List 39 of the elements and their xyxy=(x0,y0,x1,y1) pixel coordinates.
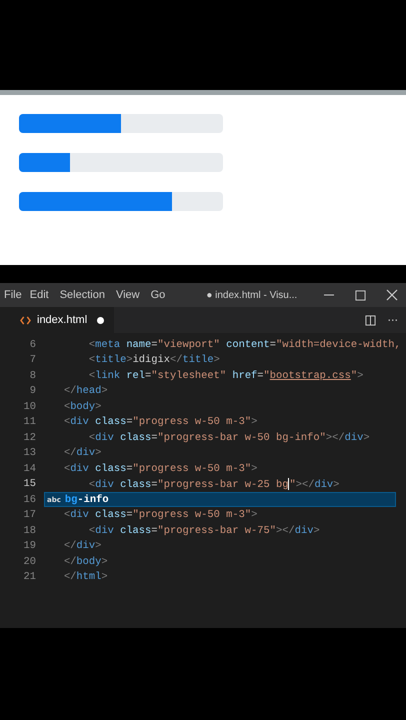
file-tab[interactable]: index.html xyxy=(0,307,114,333)
code-line: </body> xyxy=(62,556,108,568)
line-number: 9 xyxy=(28,385,36,398)
code-line: <div class="progress w-50 m-3"> xyxy=(62,416,258,428)
menu-item[interactable]: Edit xyxy=(30,289,49,301)
code-line: </html> xyxy=(62,571,108,584)
line-number: 10 xyxy=(22,400,36,413)
menu-item[interactable]: File xyxy=(4,289,22,301)
code-line: <link rel="stylesheet" href="bootstrap.css"> xyxy=(88,370,364,382)
code-line: <div class="progress w-50 m-3"> xyxy=(62,462,258,475)
line-number: 18 xyxy=(22,524,36,537)
window-title: ● index.html - Visu... xyxy=(206,290,298,300)
more-actions-button[interactable]: ··· xyxy=(388,314,398,326)
code-line: <body> xyxy=(62,400,102,413)
line-number: 8 xyxy=(28,370,36,382)
line-number: 20 xyxy=(22,556,36,568)
code-line: <title>idigix</title> xyxy=(88,354,220,366)
code-line: </head> xyxy=(62,385,108,398)
code-line: <div class="progress w-50 m-3"> xyxy=(62,509,258,522)
line-number: 11 xyxy=(22,416,36,428)
menu-item[interactable]: View xyxy=(116,289,140,301)
line-number: 19 xyxy=(22,540,36,552)
line-number: 12 xyxy=(22,432,36,444)
code-line: <div class="progress-bar w-75"></div> xyxy=(88,524,320,537)
code-line: <meta name="viewport" content="width=device-width, xyxy=(88,338,401,351)
line-number: 7 xyxy=(28,354,36,366)
line-number: 21 xyxy=(22,571,36,584)
code-line: </div> xyxy=(62,540,102,552)
code-line: </div> xyxy=(62,447,102,460)
line-number: 13 xyxy=(22,447,36,460)
code-line: <div class="progress-bar w-25 bg"></div> xyxy=(88,478,340,491)
menu-item[interactable]: Go xyxy=(150,289,166,301)
menu-item[interactable]: Selection xyxy=(60,289,105,301)
line-number: 15 xyxy=(22,478,36,490)
line-number: 16 xyxy=(22,494,36,506)
code-line: <div class="progress-bar w-50 bg-info"></div> xyxy=(88,432,370,444)
line-number: 14 xyxy=(22,462,36,475)
line-number: 17 xyxy=(22,509,36,522)
line-number: 6 xyxy=(28,338,36,351)
